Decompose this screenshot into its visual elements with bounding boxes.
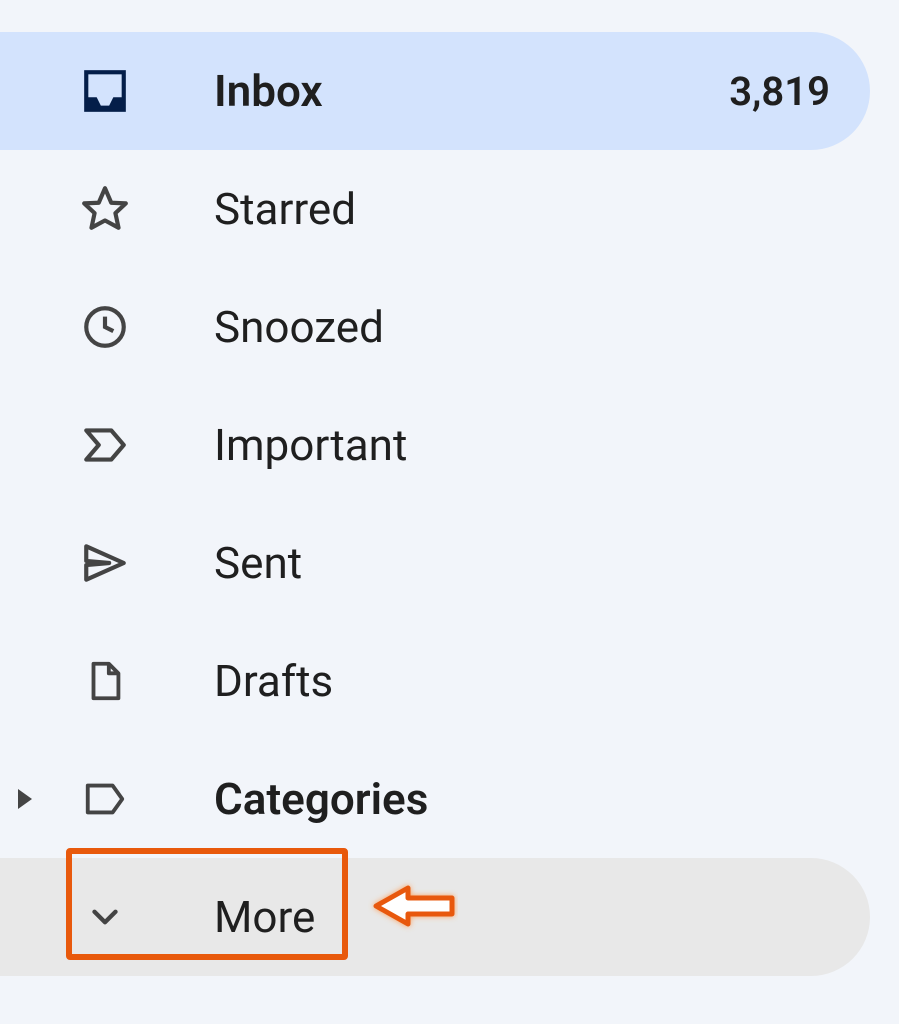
- sidebar-item-important[interactable]: Important: [0, 386, 870, 504]
- important-icon: [80, 420, 130, 470]
- sidebar-item-sent[interactable]: Sent: [0, 504, 870, 622]
- sidebar-item-inbox[interactable]: Inbox 3,819: [0, 32, 870, 150]
- clock-icon: [80, 302, 130, 352]
- sidebar-item-more[interactable]: More: [0, 858, 870, 976]
- sidebar-item-snoozed[interactable]: Snoozed: [0, 268, 870, 386]
- nav-label: More: [214, 891, 830, 943]
- expand-caret-icon[interactable]: [18, 789, 32, 809]
- nav-label: Starred: [214, 183, 830, 235]
- nav-label: Categories: [214, 773, 830, 825]
- nav-label: Sent: [214, 537, 830, 589]
- sidebar-nav: Inbox 3,819 Starred Snoozed Important: [0, 0, 870, 976]
- sidebar-item-starred[interactable]: Starred: [0, 150, 870, 268]
- chevron-down-icon: [80, 892, 130, 942]
- file-icon: [80, 656, 130, 706]
- inbox-count: 3,819: [729, 68, 830, 115]
- sidebar-item-categories[interactable]: Categories: [0, 740, 870, 858]
- label-icon: [80, 774, 130, 824]
- star-icon: [80, 184, 130, 234]
- nav-label: Inbox: [214, 65, 729, 117]
- nav-label: Drafts: [214, 655, 830, 707]
- nav-label: Snoozed: [214, 301, 830, 353]
- sidebar-item-drafts[interactable]: Drafts: [0, 622, 870, 740]
- nav-label: Important: [214, 419, 830, 471]
- send-icon: [80, 538, 130, 588]
- inbox-icon: [80, 66, 130, 116]
